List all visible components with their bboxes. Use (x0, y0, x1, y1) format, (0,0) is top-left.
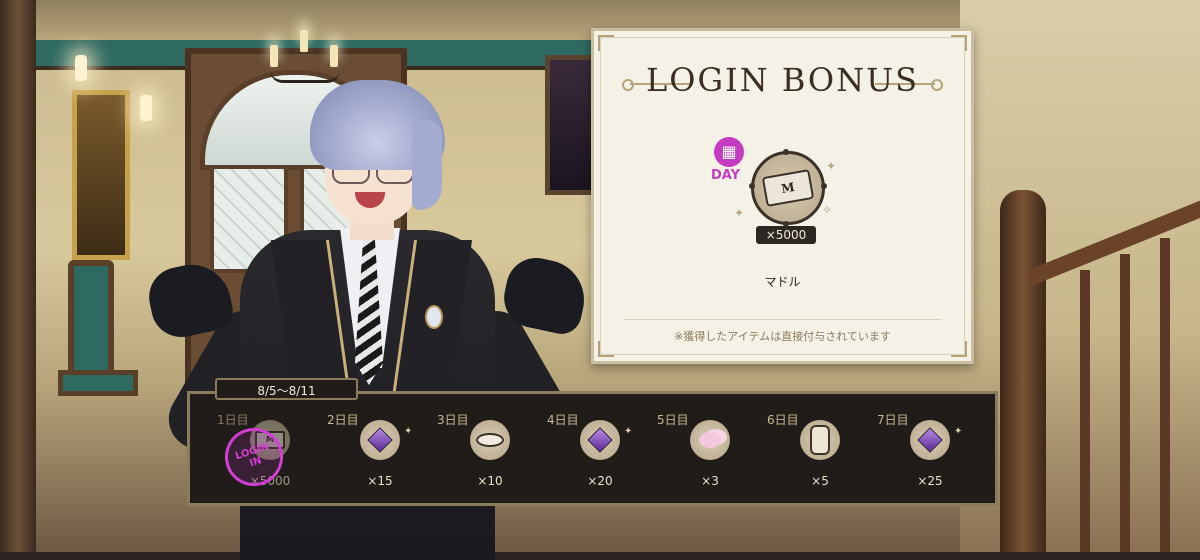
divider (624, 319, 941, 320)
sparkle-icon: ✦ (826, 159, 837, 173)
calendar-icon: ▦ (714, 137, 744, 167)
madol-coin-icon: M (761, 169, 815, 207)
day-title: 3日目 (437, 413, 469, 427)
magical-gem-icon (367, 427, 393, 453)
brooch (425, 305, 443, 329)
magical-gem-icon (917, 427, 943, 453)
day-title: 7日目 (877, 413, 909, 427)
reward-quantity: ×3 (701, 474, 719, 488)
hair (412, 120, 442, 210)
day-title: 4日目 (547, 413, 579, 427)
reward-quantity: ×20 (587, 474, 613, 488)
cookie-plate-icon (476, 433, 504, 447)
tiered-stand-icon (810, 425, 830, 455)
reward-icon (360, 420, 400, 460)
today-reward-name: マドル (764, 275, 801, 289)
day-title: 1日目 (217, 413, 249, 427)
sparkle-icon: ✦ (954, 426, 963, 437)
login-bonus-card: LOGIN BONUS ▦ DAY M ✦ ✦ ✧ ×5000 マドル ※獲得し… (591, 28, 974, 364)
day-reward-6: 6日目 ×5 (740, 394, 850, 504)
reward-icon (470, 420, 510, 460)
wall-sconce (75, 55, 87, 81)
day-reward-7: 7日目 ✦ ×25 (850, 394, 963, 504)
staircase (990, 190, 1200, 552)
day-reward-1: 1日目 M ×5000 LOGIN IN (190, 394, 300, 504)
day-title: 6日目 (767, 413, 799, 427)
card-corner (951, 35, 967, 51)
delivery-note: ※獲得したアイテムは直接付与されています (674, 330, 891, 343)
reward-icon (800, 420, 840, 460)
card-title: LOGIN BONUS (645, 61, 920, 99)
reward-quantity: ×10 (477, 474, 503, 488)
date-range-tab: 8/5～8/11 (215, 378, 358, 400)
day-reward-5: 5日目 ×3 (630, 394, 740, 504)
reward-icon (580, 420, 620, 460)
day-title: 5日目 (657, 413, 689, 427)
card-corner (598, 35, 614, 51)
chair (58, 260, 138, 430)
day-reward-3: 3日目 ×10 (410, 394, 520, 504)
magical-gem-icon (587, 427, 613, 453)
day-label: DAY (711, 168, 741, 183)
reward-icon (910, 420, 950, 460)
today-reward-icon: M (749, 149, 827, 227)
reward-icon (690, 420, 730, 460)
reward-quantity: ×5 (811, 474, 829, 488)
cotton-puff-icon (699, 432, 721, 448)
day-reward-2: 2日目 ✦ ×15 (300, 394, 412, 504)
day-reward-4: 4日目 ✦ ×20 (520, 394, 632, 504)
sparkle-icon: ✦ (734, 206, 745, 220)
chandelier (270, 0, 340, 90)
reward-quantity: ×15 (367, 474, 393, 488)
wood-pillar (0, 0, 36, 552)
today-reward-quantity: ×5000 (756, 226, 816, 244)
day-title: 2日目 (327, 413, 359, 427)
weekly-rewards-strip: 1日目 M ×5000 LOGIN IN 2日目 ✦ ×15 3日目 ×10 4日… (187, 391, 998, 506)
sparkle-icon: ✧ (822, 203, 833, 217)
reward-quantity: ×25 (917, 474, 943, 488)
wall-painting (72, 90, 130, 260)
